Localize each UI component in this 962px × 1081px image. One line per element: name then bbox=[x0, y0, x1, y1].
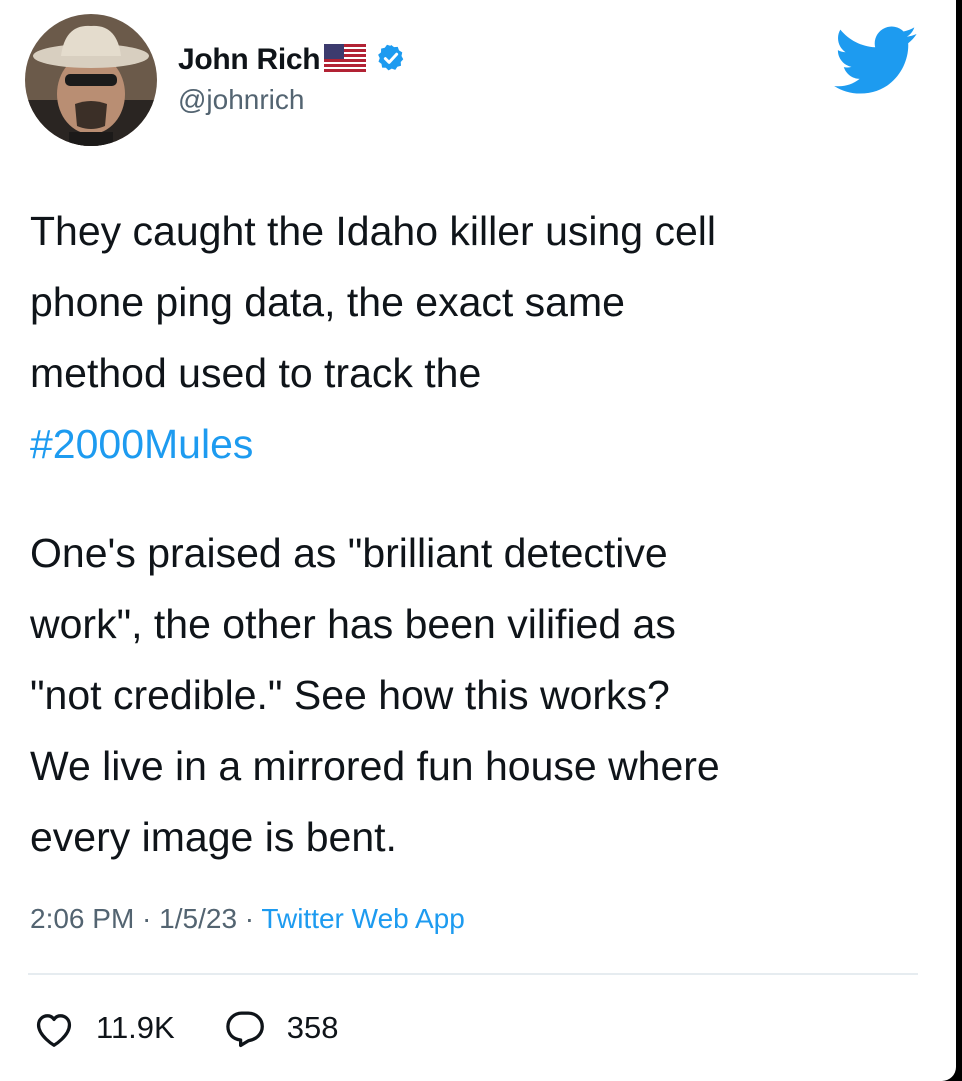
author-name-row[interactable]: John Rich bbox=[178, 40, 406, 80]
tweet-time[interactable]: 2:06 PM bbox=[30, 903, 134, 934]
tweet-text-line: "not credible." See how this works? bbox=[30, 672, 670, 718]
like-button[interactable]: 11.9K bbox=[32, 1008, 175, 1048]
author-display-name[interactable]: John Rich bbox=[178, 43, 321, 77]
avatar[interactable] bbox=[25, 14, 157, 146]
reply-button[interactable]: 358 bbox=[223, 1008, 339, 1048]
tweet-text-line: method used to track the bbox=[30, 350, 482, 396]
tweet-text-line: work", the other has been vilified as bbox=[30, 601, 676, 647]
verified-badge-icon bbox=[376, 43, 406, 78]
tweet-card: John Rich @johnrich They caught the Idah… bbox=[0, 0, 956, 1081]
tweet-source-link[interactable]: Twitter Web App bbox=[261, 903, 464, 934]
tweet-text-line: They caught the Idaho killer using cell bbox=[30, 208, 717, 254]
tweet-text-line: phone ping data, the exact same bbox=[30, 279, 625, 325]
tweet-date[interactable]: 1/5/23 bbox=[159, 903, 237, 934]
author-handle[interactable]: @johnrich bbox=[178, 84, 304, 116]
heart-icon bbox=[32, 1008, 76, 1048]
reply-bubble-icon bbox=[223, 1008, 267, 1048]
divider bbox=[28, 973, 918, 975]
tweet-metadata: 2:06 PM · 1/5/23 · Twitter Web App bbox=[30, 903, 465, 935]
tweet-text-line: We live in a mirrored fun house where bbox=[30, 743, 720, 789]
tweet-actions: 11.9K 358 bbox=[32, 1008, 338, 1048]
hashtag-link[interactable]: #2000Mules bbox=[30, 421, 253, 467]
tweet-text-line: One's praised as "brilliant detective bbox=[30, 530, 668, 576]
like-count: 11.9K bbox=[96, 1010, 175, 1045]
twitter-bird-icon[interactable] bbox=[834, 26, 918, 94]
us-flag-icon bbox=[324, 43, 367, 77]
meta-separator: · bbox=[237, 903, 262, 934]
meta-separator: · bbox=[134, 903, 160, 934]
tweet-text-line: every image is bent. bbox=[30, 814, 397, 860]
tweet-text: They caught the Idaho killer using cell … bbox=[30, 196, 930, 873]
reply-count: 358 bbox=[286, 1010, 339, 1045]
